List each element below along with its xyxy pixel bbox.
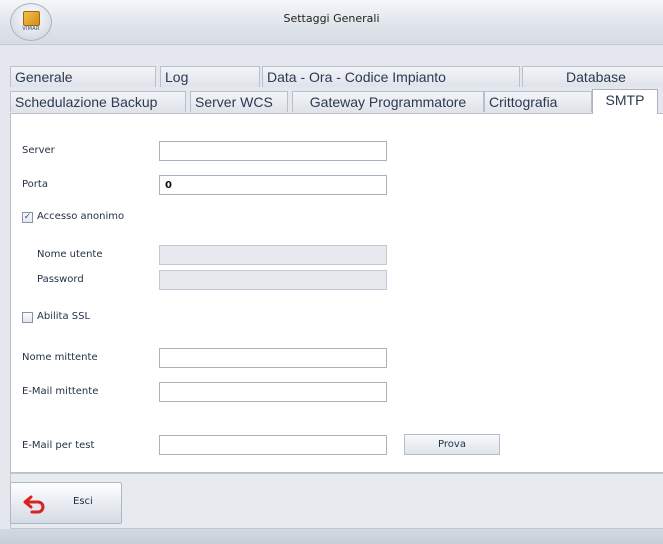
password-label: Password [37,274,84,285]
nome-mittente-input[interactable] [159,348,387,368]
nome-mittente-label: Nome mittente [22,352,98,363]
nome-utente-input[interactable] [159,245,387,265]
accesso-anonimo-label: Accesso anonimo [37,211,125,222]
tab-data-ora-codice-impianto[interactable]: Data - Ora - Codice Impianto [262,66,520,87]
abilita-ssl-checkbox[interactable] [22,312,33,323]
tab-server-wcs[interactable]: Server WCS [190,91,288,112]
smtp-panel [10,113,663,473]
tab-gateway-programmatore[interactable]: Gateway Programmatore [292,91,484,112]
checkmark-icon: ✓ [23,212,32,222]
status-bar [0,529,663,544]
settings-window: VIMAR Settaggi Generali Generale Log Dat… [0,0,663,544]
tab-log[interactable]: Log [160,66,260,87]
porta-input[interactable] [159,175,387,195]
tab-generale[interactable]: Generale [10,66,156,87]
server-label: Server [22,145,55,156]
password-input[interactable] [159,270,387,290]
exit-arrow-icon [23,495,45,514]
esci-button[interactable]: Esci [10,482,122,524]
nome-utente-label: Nome utente [37,249,103,260]
porta-label: Porta [22,179,48,190]
email-mittente-input[interactable] [159,382,387,402]
server-input[interactable] [159,141,387,161]
accesso-anonimo-checkbox[interactable]: ✓ [22,212,33,223]
email-test-input[interactable] [159,435,387,455]
email-test-label: E-Mail per test [22,440,95,451]
tab-database[interactable]: Database [522,66,663,87]
esci-label: Esci [73,496,93,507]
logo-text: VIMAR [22,26,40,32]
window-title: Settaggi Generali [283,12,380,25]
prova-button[interactable]: Prova [404,434,500,455]
tab-crittografia[interactable]: Crittografia [484,91,592,112]
title-bar: VIMAR Settaggi Generali [0,0,663,45]
abilita-ssl-label: Abilita SSL [37,311,91,322]
email-mittente-label: E-Mail mittente [22,386,99,397]
tab-schedulazione-backup[interactable]: Schedulazione Backup [10,91,186,112]
tab-smtp[interactable]: SMTP [592,89,658,114]
